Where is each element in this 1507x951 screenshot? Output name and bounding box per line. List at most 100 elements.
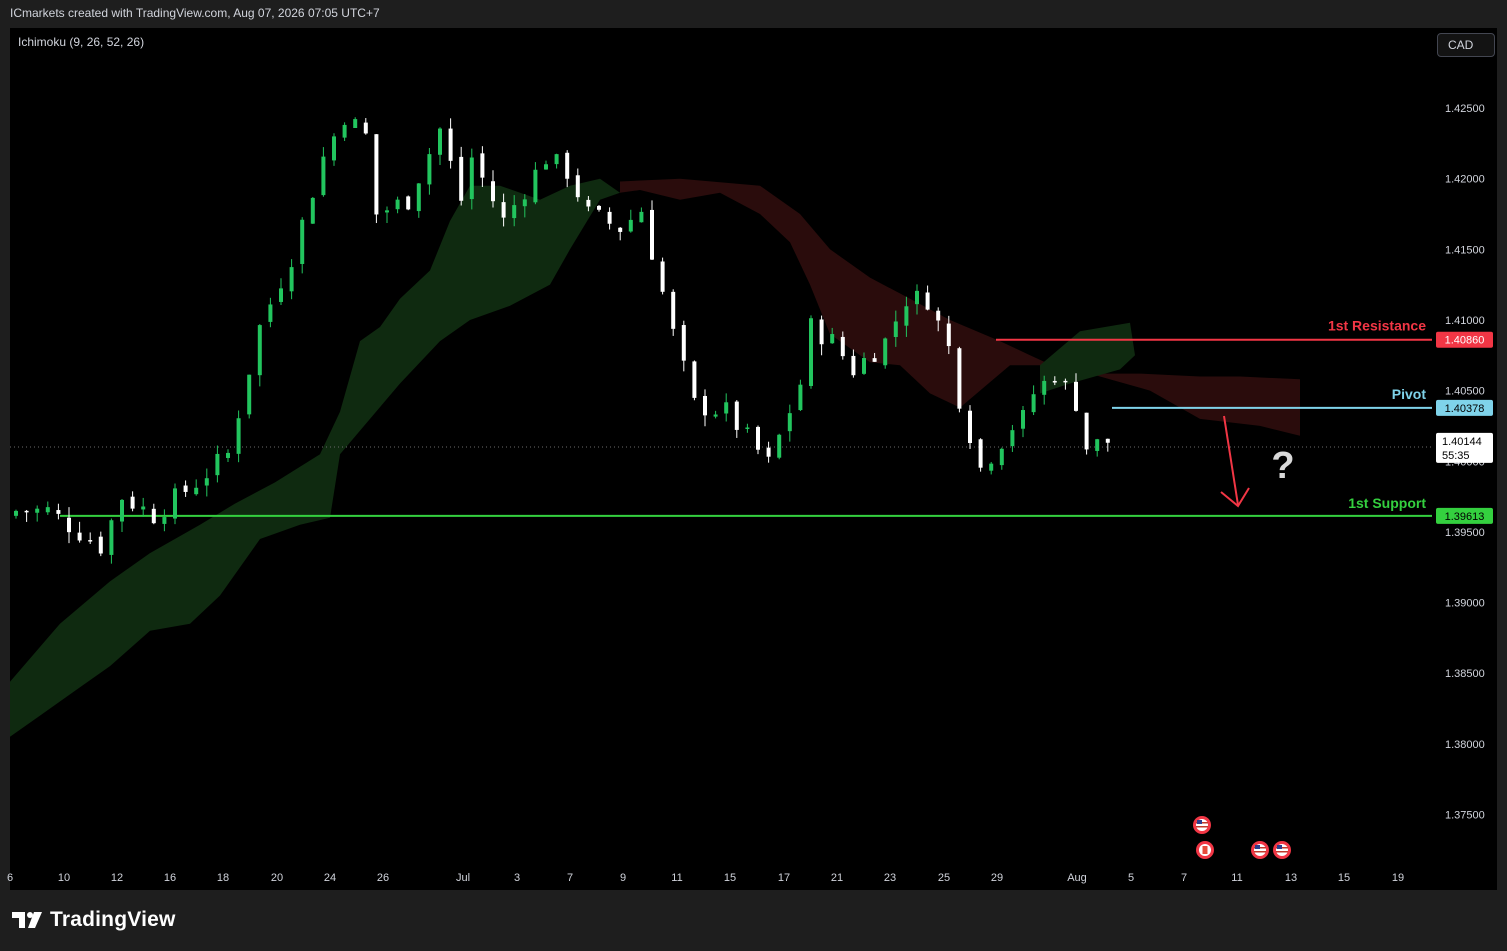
price-tick-label: 1.37500: [1445, 810, 1485, 822]
time-tick-label: 11: [1231, 872, 1242, 884]
candle-body: [289, 267, 294, 292]
us-flag-icon[interactable]: [1193, 816, 1211, 834]
candle-body: [883, 338, 888, 366]
candle-body: [173, 488, 177, 519]
candle-body: [491, 181, 495, 202]
time-tick-label: 6: [7, 872, 13, 884]
candle-body: [575, 175, 580, 198]
canada-flag-icon[interactable]: [1196, 841, 1214, 859]
us-flag-icon[interactable]: [1251, 841, 1269, 859]
time-tick-label: 15: [1338, 872, 1350, 884]
candle-body: [215, 453, 220, 476]
flag-stripe: [1196, 826, 1208, 828]
time-tick-label: 23: [884, 872, 896, 884]
candle-body: [1095, 439, 1100, 451]
time-tick-label: 29: [991, 872, 1003, 884]
level-price-tag-text: 1.40860: [1445, 335, 1485, 347]
currency-button[interactable]: CAD: [1437, 33, 1495, 57]
candle-body: [67, 517, 71, 533]
time-tick-label: 16: [164, 872, 176, 884]
economic-events: [1193, 816, 1291, 859]
flag-stripe: [1254, 851, 1266, 853]
candle-body: [321, 156, 326, 196]
candle-body: [618, 227, 623, 232]
candle-body: [681, 325, 686, 361]
candle-body: [374, 134, 379, 215]
candle-body: [925, 292, 930, 310]
candle-body: [332, 136, 336, 161]
candle-body: [968, 410, 972, 444]
candle-body: [745, 427, 750, 429]
candle-body: [819, 319, 824, 345]
kumo-bull-area-2: [1040, 322, 1135, 394]
candle-body: [395, 199, 400, 210]
candle-body: [946, 323, 951, 347]
candle-body: [14, 510, 18, 516]
price-axis: 1.425001.420001.415001.410001.405001.400…: [1436, 103, 1493, 822]
candle-body: [56, 510, 61, 514]
candle-body: [512, 205, 517, 219]
candle-body: [1084, 412, 1089, 450]
candle-body: [809, 318, 813, 386]
candle-body: [268, 304, 273, 322]
candle-body: [840, 336, 845, 357]
candle-body: [756, 426, 760, 450]
candle-body: [533, 169, 538, 203]
time-tick-label: 25: [938, 872, 950, 884]
time-tick-label: 7: [567, 872, 573, 884]
flag-canton: [1197, 820, 1202, 824]
level-label: 1st Resistance: [1328, 318, 1426, 334]
candle-body: [247, 374, 252, 415]
candle-body: [724, 402, 729, 414]
tradingview-logo[interactable]: TradingView: [12, 908, 176, 932]
candle-body: [226, 452, 230, 458]
candle-body: [586, 199, 591, 207]
flag-canton: [1255, 845, 1260, 849]
candle-body: [310, 197, 315, 224]
level-price-tag-text: 1.39613: [1445, 511, 1485, 523]
candle-body: [872, 358, 877, 362]
flag-leaf: [1202, 846, 1208, 854]
level-label: Pivot: [1392, 386, 1427, 402]
candle-body: [183, 485, 188, 492]
candle-body: [24, 510, 29, 513]
candlestick-chart[interactable]: 1st Resistance 1.40860 Pivot 1.40378 1st Sup…: [0, 0, 1507, 951]
candle-body: [385, 210, 389, 213]
price-tick-label: 1.39500: [1445, 527, 1485, 539]
candle-body: [141, 506, 146, 510]
candle-body: [522, 199, 527, 207]
candle-body: [650, 209, 654, 260]
candle-body: [353, 119, 358, 129]
candle-body: [628, 219, 633, 232]
bearish-arrow-shaft: [1223, 415, 1239, 506]
time-tick-label: Aug: [1067, 872, 1087, 884]
level-label: 1st Support: [1348, 495, 1426, 511]
candle-body: [1063, 380, 1068, 383]
ichimoku-indicator-label[interactable]: Ichimoku (9, 26, 52, 26): [18, 35, 144, 49]
time-tick-label: 3: [514, 872, 520, 884]
tradingview-logo-icon: [12, 912, 42, 928]
candle-body: [459, 156, 464, 201]
candle-body: [978, 439, 983, 468]
candle-body: [88, 540, 93, 542]
candle-body: [703, 395, 707, 416]
time-tick-label: 21: [831, 872, 843, 884]
candle-body: [236, 418, 241, 454]
footer-bar: [0, 895, 1507, 951]
candle-body: [1010, 430, 1015, 447]
time-tick-label: 13: [1285, 872, 1297, 884]
price-tick-label: 1.38000: [1445, 739, 1485, 751]
time-tick-label: 24: [324, 872, 336, 884]
candle-body: [798, 384, 803, 411]
candle-body: [130, 496, 135, 509]
candle-body: [544, 164, 548, 170]
time-tick-label: 5: [1128, 872, 1134, 884]
candle-body: [777, 434, 782, 458]
candle-body: [480, 153, 485, 178]
ichimoku-cloud: [10, 178, 1300, 737]
price-tick-label: 1.42000: [1445, 174, 1485, 186]
question-mark-annotation: ?: [1271, 445, 1294, 487]
candle-body: [915, 290, 919, 305]
us-flag-icon[interactable]: [1273, 841, 1291, 859]
candle-body: [342, 124, 347, 138]
